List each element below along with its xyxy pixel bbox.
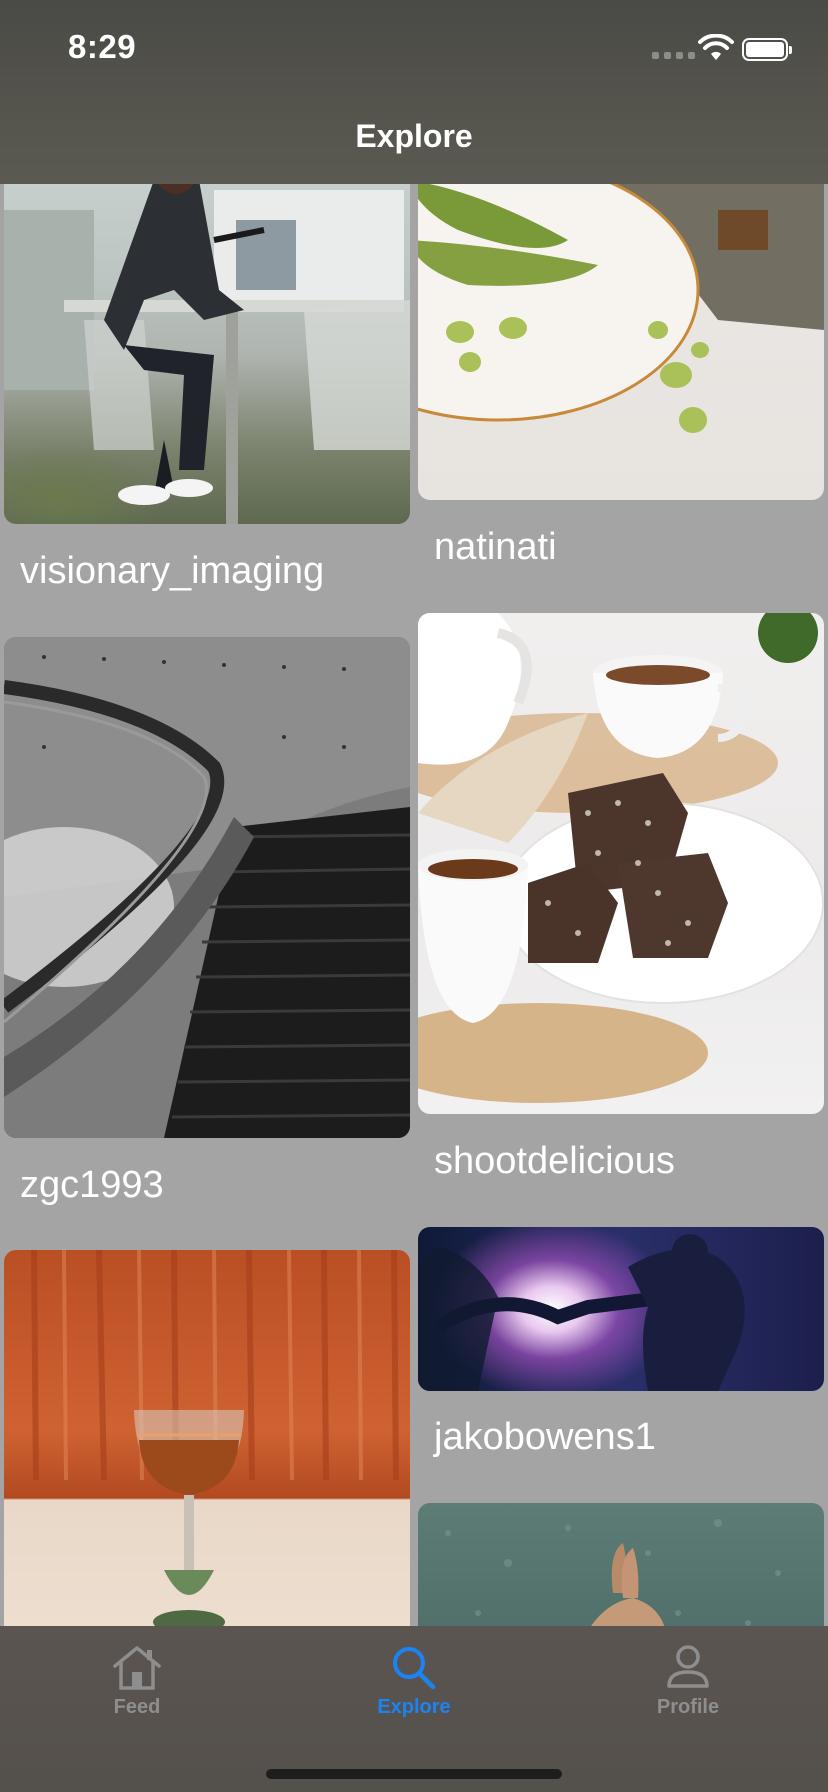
- tab-label: Explore: [377, 1696, 451, 1718]
- tab-label: Profile: [656, 1696, 720, 1718]
- person-icon: [667, 1645, 709, 1688]
- post-image-concrete-staircase[interactable]: [4, 637, 410, 1138]
- wifi-icon: [698, 34, 734, 60]
- tab-profile[interactable]: Profile: [618, 1644, 758, 1719]
- post-username[interactable]: natinati: [434, 526, 557, 569]
- tab-explore[interactable]: Explore: [344, 1644, 484, 1719]
- house-icon: [113, 1646, 161, 1690]
- battery-icon: [742, 38, 792, 61]
- post-image-lamingtons-and-tea[interactable]: [418, 613, 824, 1114]
- status-time: 8:29: [68, 28, 137, 65]
- post-image-projector-light[interactable]: [418, 1227, 824, 1391]
- tab-bar: Feed Explore Profile: [0, 1626, 828, 1792]
- home-indicator[interactable]: [266, 1769, 562, 1779]
- post-username[interactable]: visionary_imaging: [20, 550, 324, 593]
- tab-label: Feed: [113, 1696, 161, 1718]
- post-username[interactable]: jakobowens1: [434, 1416, 656, 1459]
- tab-feed[interactable]: Feed: [67, 1644, 207, 1719]
- magnifying-glass-icon: [393, 1647, 436, 1690]
- navigation-header: 8:29 Explore: [0, 0, 828, 184]
- page-title: Explore: [355, 118, 473, 154]
- post-username[interactable]: shootdelicious: [434, 1140, 675, 1183]
- post-image-beans-on-plate[interactable]: [418, 150, 824, 500]
- post-image-glass-on-table[interactable]: [4, 1250, 410, 1650]
- cellular-signal-icon: [652, 52, 695, 59]
- post-image-man-at-cafe-table[interactable]: [4, 150, 410, 524]
- post-username[interactable]: zgc1993: [20, 1164, 164, 1207]
